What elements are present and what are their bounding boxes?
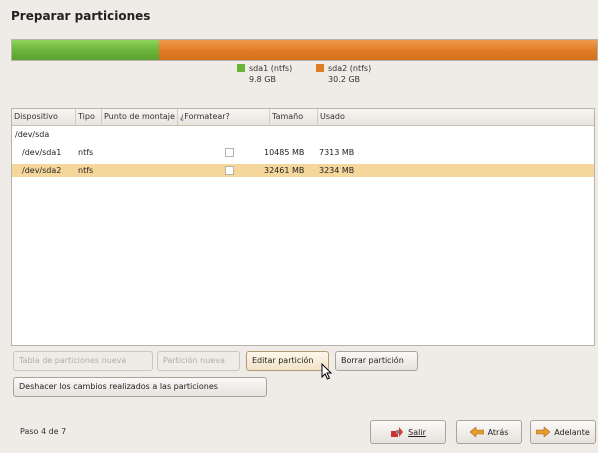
undo-changes-button[interactable]: Deshacer los cambios realizados a las pa… [13, 377, 267, 397]
legend-size: 9.8 GB [249, 75, 276, 84]
format-checkbox[interactable] [225, 148, 234, 157]
cell-device: /dev/sda [15, 130, 50, 139]
quit-icon [391, 427, 404, 437]
arrow-right-icon [536, 427, 551, 437]
legend-swatch-orange [316, 64, 324, 72]
new-partition-table-button[interactable]: Tabla de particiones nueva [13, 351, 153, 371]
cell-type: ntfs [78, 166, 94, 175]
partition-usage-bar [11, 39, 598, 61]
column-header-used[interactable]: Usado [318, 109, 594, 125]
table-row[interactable]: /dev/sda1 ntfs 10485 MB 7313 MB [12, 146, 594, 159]
column-header-mount[interactable]: Punto de montaje [102, 109, 178, 125]
legend-swatch-green [237, 64, 245, 72]
cell-used: 3234 MB [319, 166, 355, 175]
cell-type: ntfs [78, 148, 94, 157]
cell-size: 32461 MB [264, 166, 305, 175]
format-checkbox[interactable] [225, 166, 234, 175]
column-header-device[interactable]: Dispositivo [12, 109, 76, 125]
partitions-table[interactable]: Dispositivo Tipo Punto de montaje ¿Forma… [11, 108, 595, 346]
new-partition-button[interactable]: Partición nueva [157, 351, 240, 371]
column-header-format[interactable]: ¿Formatear? [178, 109, 270, 125]
table-row[interactable]: /dev/sda [12, 128, 594, 141]
page-title: Preparar particiones [11, 9, 151, 23]
edit-partition-button[interactable]: Editar partición [246, 351, 329, 371]
forward-button[interactable]: Adelante [530, 420, 596, 444]
back-label: Atrás [487, 427, 509, 437]
step-indicator: Paso 4 de 7 [20, 427, 67, 436]
legend-size: 30.2 GB [328, 75, 361, 84]
cell-size: 10485 MB [264, 148, 305, 157]
legend-sda1: sda1 (ntfs) 9.8 GB [237, 63, 292, 85]
table-row-selected[interactable]: /dev/sda2 ntfs 32461 MB 3234 MB [12, 164, 594, 177]
table-header: Dispositivo Tipo Punto de montaje ¿Forma… [12, 109, 594, 126]
forward-label: Adelante [554, 427, 590, 437]
partition-segment-sda1 [12, 40, 159, 60]
cell-device: /dev/sda1 [22, 148, 62, 157]
delete-partition-button[interactable]: Borrar partición [335, 351, 418, 371]
column-header-size[interactable]: Tamaño [270, 109, 318, 125]
column-header-type[interactable]: Tipo [76, 109, 102, 125]
cell-used: 7313 MB [319, 148, 355, 157]
legend-sda2: sda2 (ntfs) 30.2 GB [316, 63, 371, 85]
mouse-cursor-icon [321, 363, 333, 380]
legend-label: sda2 (ntfs) [328, 64, 372, 73]
quit-button[interactable]: Salir [370, 420, 446, 444]
cell-device: /dev/sda2 [22, 166, 62, 175]
legend-label: sda1 (ntfs) [249, 64, 293, 73]
back-button[interactable]: Atrás [456, 420, 522, 444]
quit-label: Salir [408, 427, 426, 437]
arrow-left-icon [469, 427, 484, 437]
partition-segment-sda2 [159, 40, 597, 60]
